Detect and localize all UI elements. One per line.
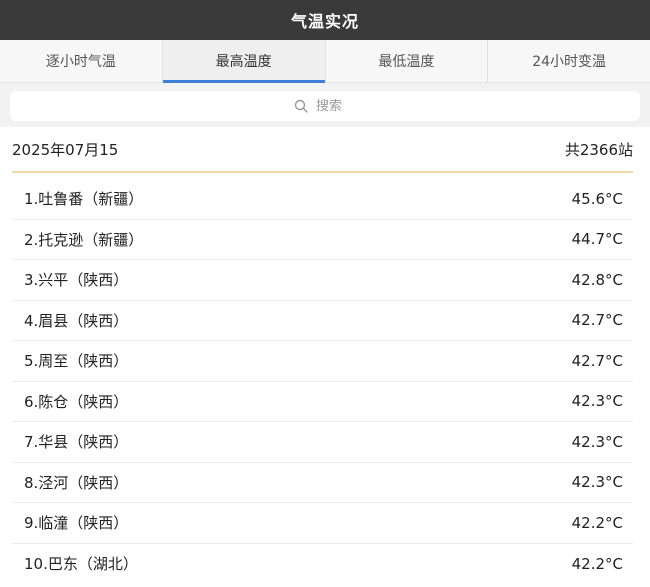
tab-24h-change[interactable]: 24小时变温 (488, 40, 650, 82)
search-box[interactable] (10, 91, 640, 121)
tab-bar: 逐小时气温 最高温度 最低温度 24小时变温 (0, 40, 650, 83)
list-item[interactable]: 9.临潼（陕西） 42.2°C (12, 503, 633, 544)
station-list: 1.吐鲁番（新疆） 45.6°C 2.托克逊（新疆） 44.7°C 3.兴平（陕… (0, 173, 650, 584)
station-name: 7.华县（陕西） (24, 433, 129, 452)
tab-label: 最低温度 (378, 54, 435, 70)
page-title: 气温实况 (290, 12, 359, 31)
station-name: 1.吐鲁番（新疆） (24, 190, 144, 209)
date-label: 2025年07月15 (12, 140, 119, 159)
tab-label: 24小时变温 (532, 54, 607, 70)
tab-label: 最高温度 (215, 54, 272, 70)
search-input[interactable] (316, 98, 356, 114)
search-bar (0, 83, 650, 127)
tab-min-temp[interactable]: 最低温度 (326, 40, 489, 82)
tab-max-temp[interactable]: 最高温度 (162, 40, 326, 83)
search-icon (294, 99, 308, 113)
list-item[interactable]: 4.眉县（陕西） 42.7°C (12, 301, 633, 341)
station-name: 2.托克逊（新疆） (24, 230, 144, 249)
list-item[interactable]: 10.巴东（湖北） 42.2°C (12, 544, 633, 585)
station-name: 5.周至（陕西） (24, 352, 129, 371)
station-name: 9.临潼（陕西） (24, 514, 129, 533)
list-item[interactable]: 3.兴平（陕西） 42.8°C (12, 260, 633, 301)
tab-label: 逐小时气温 (45, 54, 116, 70)
station-temp: 42.3°C (571, 392, 623, 411)
station-name: 3.兴平（陕西） (24, 271, 129, 290)
list-item[interactable]: 2.托克逊（新疆） 44.7°C (12, 220, 633, 260)
station-name: 8.泾河（陕西） (24, 473, 129, 492)
station-name: 10.巴东（湖北） (24, 555, 138, 574)
summary-bar: 2025年07月15 共2366站 (12, 127, 633, 173)
list-item[interactable]: 8.泾河（陕西） 42.3°C (12, 463, 633, 503)
station-temp: 45.6°C (571, 189, 623, 208)
station-temp: 42.3°C (571, 473, 623, 492)
list-item[interactable]: 5.周至（陕西） 42.7°C (12, 341, 633, 382)
list-item[interactable]: 6.陈仓（陕西） 42.3°C (12, 382, 633, 422)
station-count: 共2366站 (564, 140, 633, 159)
station-temp: 42.7°C (571, 351, 623, 370)
app-header: 气温实况 (0, 0, 650, 40)
list-item[interactable]: 1.吐鲁番（新疆） 45.6°C (12, 179, 633, 220)
station-temp: 42.2°C (571, 513, 623, 532)
station-temp: 42.7°C (571, 311, 623, 330)
tab-hourly-temp[interactable]: 逐小时气温 (0, 40, 163, 82)
station-name: 6.陈仓（陕西） (24, 392, 129, 411)
station-name: 4.眉县（陕西） (24, 311, 129, 330)
station-temp: 42.3°C (571, 432, 623, 451)
station-temp: 44.7°C (571, 230, 623, 249)
station-temp: 42.8°C (571, 270, 623, 289)
station-temp: 42.2°C (571, 554, 623, 573)
list-item[interactable]: 7.华县（陕西） 42.3°C (12, 422, 633, 463)
